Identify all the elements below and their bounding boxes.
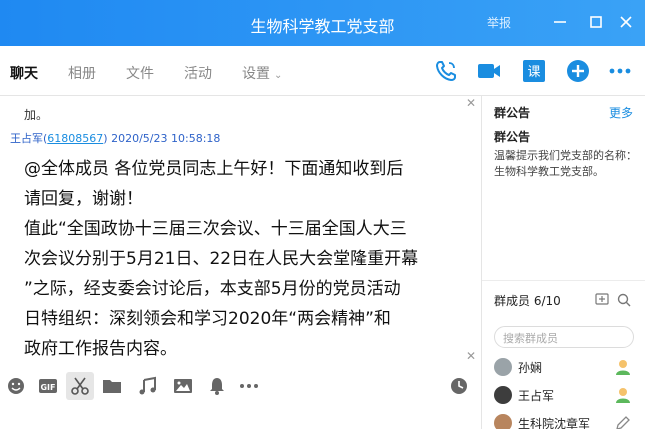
tab-chat[interactable]: 聊天: [10, 63, 38, 83]
close-icon[interactable]: [614, 10, 638, 34]
admin-badge-icon: [614, 358, 632, 376]
message-line: 请回复，谢谢！: [24, 189, 143, 209]
avatar: [494, 414, 512, 429]
message-line: 政府工作报告内容。: [24, 339, 177, 359]
class-icon[interactable]: 课: [521, 58, 547, 84]
gif-icon[interactable]: GIF: [34, 372, 62, 400]
member-item[interactable]: 孙娴: [494, 357, 642, 379]
avatar: [494, 358, 512, 376]
divider: [482, 280, 645, 281]
tab-album[interactable]: 相册: [68, 63, 96, 83]
class-label: 课: [527, 65, 540, 80]
music-icon[interactable]: [134, 372, 162, 400]
input-toolbar: GIF: [0, 366, 481, 406]
tab-activity[interactable]: 活动: [184, 63, 212, 83]
owner-badge-icon: [614, 386, 632, 404]
minimize-icon[interactable]: [548, 10, 572, 34]
emoji-icon[interactable]: [2, 372, 30, 400]
message-body: @全体成员 各位党员同志上午好！下面通知收到后 请回复，谢谢！ 值此“全国政协十…: [24, 154, 470, 364]
collapse-icon[interactable]: ✕: [466, 349, 476, 363]
message-line: 次会议分别于5月21日、22日在人民大会堂隆重开幕: [24, 249, 419, 269]
report-link[interactable]: 举报: [487, 14, 511, 31]
message-line: ”之际，经支委会讨论后，本支部5月份的党员活动: [24, 279, 401, 299]
tab-settings-label: 设置: [242, 66, 270, 82]
announcement-more-link[interactable]: 更多: [609, 104, 633, 121]
announcement-heading: 群公告: [494, 106, 531, 120]
maximize-icon[interactable]: [584, 10, 608, 34]
more-icon[interactable]: [235, 372, 263, 400]
message-line: 日特组织：深刻领会和学习2020年“两会精神”和: [24, 309, 391, 329]
member-name: 孙娴: [518, 361, 543, 375]
invite-member-icon[interactable]: [594, 292, 610, 308]
member-name: 生科院沈章军: [518, 417, 591, 429]
member-item[interactable]: 生科院沈章军: [494, 413, 642, 429]
folder-icon[interactable]: [98, 372, 126, 400]
title-bar: 生物科学教工党支部 举报: [0, 0, 645, 46]
announcement-text: 温馨提示我们党支部的名称：生物科学教工党支部。: [494, 149, 637, 178]
gif-label: GIF: [40, 383, 55, 392]
collapse-icon[interactable]: ✕: [466, 96, 476, 110]
previous-message-text: 加。: [24, 108, 49, 122]
tab-bar: 聊天 相册 文件 活动 设置 ⌄ 课: [0, 46, 645, 96]
message-sender: 王占军(61808567) 2020/5/23 10:58:18: [10, 132, 221, 145]
announcement-title[interactable]: 群公告: [494, 128, 530, 145]
sender-name[interactable]: 王占军: [10, 132, 43, 145]
video-icon[interactable]: [476, 58, 502, 84]
right-panel: 群公告 更多 群公告 温馨提示我们党支部的名称：生物科学教工党支部。 群成员 6…: [481, 96, 645, 429]
plus-icon[interactable]: [565, 58, 591, 84]
search-icon[interactable]: [616, 292, 632, 308]
tab-files[interactable]: 文件: [126, 63, 154, 83]
message-line: 值此“全国政协十三届三次会议、十三届全国人大三: [24, 219, 407, 239]
avatar: [494, 386, 512, 404]
scissors-icon[interactable]: [66, 372, 94, 400]
phone-icon[interactable]: [433, 58, 459, 84]
members-heading: 群成员 6/10: [494, 294, 561, 308]
member-search-input[interactable]: 搜索群成员: [494, 326, 634, 348]
clock-icon[interactable]: [445, 372, 473, 400]
tab-settings[interactable]: 设置 ⌄: [242, 63, 282, 83]
member-item[interactable]: 王占军: [494, 385, 642, 407]
bell-icon[interactable]: [203, 372, 231, 400]
message-line: @全体成员 各位党员同志上午好！下面通知收到后: [24, 159, 404, 179]
chat-area[interactable]: 加。 ✕ 王占军(61808567) 2020/5/23 10:58:18 @全…: [0, 96, 481, 366]
chevron-down-icon: ⌄: [274, 70, 283, 81]
more-icon[interactable]: [607, 58, 633, 84]
member-name: 王占军: [518, 389, 555, 403]
image-icon[interactable]: [169, 372, 197, 400]
edit-icon[interactable]: [614, 414, 632, 429]
message-time: 2020/5/23 10:58:18: [111, 132, 221, 145]
sender-qq[interactable]: 61808567: [47, 132, 103, 145]
